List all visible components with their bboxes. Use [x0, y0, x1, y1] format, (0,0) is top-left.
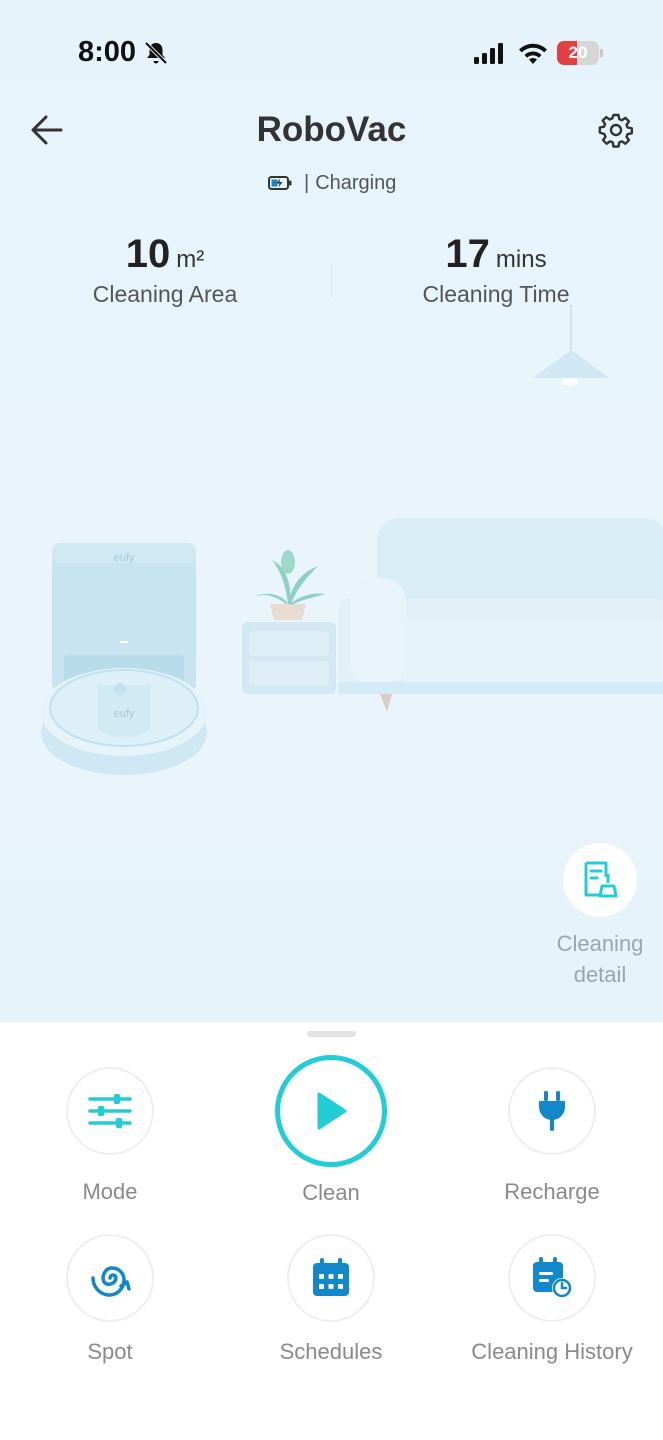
- room-illustration: eufy eufy: [41, 305, 663, 775]
- cleaning-history-button[interactable]: Cleaning History: [452, 1234, 652, 1365]
- sliders-icon: [88, 1094, 132, 1128]
- sofa-illustration: [338, 518, 663, 712]
- calendar-clock-icon: [533, 1257, 572, 1298]
- side-table-illustration: [242, 550, 336, 694]
- hero-area: 8:00 20 RoboVac | Charging 10 m² Cleanin…: [0, 0, 663, 1022]
- bell-muted-icon: [144, 41, 168, 65]
- play-icon: [317, 1092, 347, 1130]
- cleaning-history-circle[interactable]: [508, 1234, 596, 1322]
- battery-level: 20: [568, 43, 588, 62]
- robot-brand-text: eufy: [114, 708, 135, 720]
- calendar-icon: [313, 1258, 349, 1296]
- clean-label: Clean: [302, 1180, 360, 1205]
- cleaning-area-value: 10: [125, 232, 171, 276]
- mode-circle[interactable]: [66, 1067, 154, 1155]
- dock-brand-text: eufy: [114, 552, 135, 564]
- status-text: Charging: [315, 171, 397, 194]
- status-time: 8:00: [78, 36, 137, 68]
- status-separator: |: [304, 171, 310, 194]
- clean-button[interactable]: Clean: [241, 1055, 421, 1206]
- cleaning-detail-icon: [584, 861, 618, 898]
- schedules-label: Schedules: [279, 1339, 383, 1364]
- spot-button[interactable]: Spot: [20, 1234, 200, 1365]
- spot-label: Spot: [87, 1339, 133, 1364]
- cleaning-history-label: Cleaning History: [471, 1339, 633, 1364]
- schedules-circle[interactable]: [287, 1234, 375, 1322]
- charging-status: | Charging: [268, 170, 396, 196]
- lamp-shade: [533, 350, 609, 378]
- cleaning-time-unit: mins: [495, 246, 547, 273]
- mode-button[interactable]: Mode: [20, 1067, 200, 1205]
- clean-circle[interactable]: [275, 1055, 387, 1167]
- plug-icon: [539, 1091, 565, 1131]
- recharge-label: Recharge: [504, 1179, 600, 1204]
- robovac-illustration: eufy: [41, 668, 207, 775]
- page-title: RoboVac: [256, 110, 407, 149]
- cleaning-detail-label: Cleaning detail: [556, 931, 644, 987]
- cleaning-area-stat: 10 m² Cleaning Area: [60, 232, 270, 308]
- recharge-button[interactable]: Recharge: [462, 1067, 642, 1205]
- cleaning-time-stat: 17 mins Cleaning Time: [390, 232, 602, 308]
- wifi-icon: [519, 43, 547, 64]
- battery-charging-icon: [268, 176, 292, 190]
- gear-icon[interactable]: [598, 112, 634, 148]
- cleaning-area-unit: m²: [176, 246, 205, 273]
- lamp-bulb: [562, 378, 578, 386]
- spiral-icon: [91, 1266, 131, 1297]
- mode-label: Mode: [82, 1179, 138, 1204]
- spot-circle[interactable]: [66, 1234, 154, 1322]
- schedules-button[interactable]: Schedules: [241, 1234, 421, 1365]
- cleaning-detail-button[interactable]: [563, 843, 637, 917]
- sheet-handle[interactable]: [307, 1031, 356, 1037]
- cellular-signal-icon: [474, 43, 503, 64]
- battery-indicator: 20: [557, 41, 603, 65]
- recharge-circle[interactable]: [508, 1067, 596, 1155]
- cleaning-time-value: 17: [445, 232, 490, 276]
- stat-divider: [331, 264, 332, 298]
